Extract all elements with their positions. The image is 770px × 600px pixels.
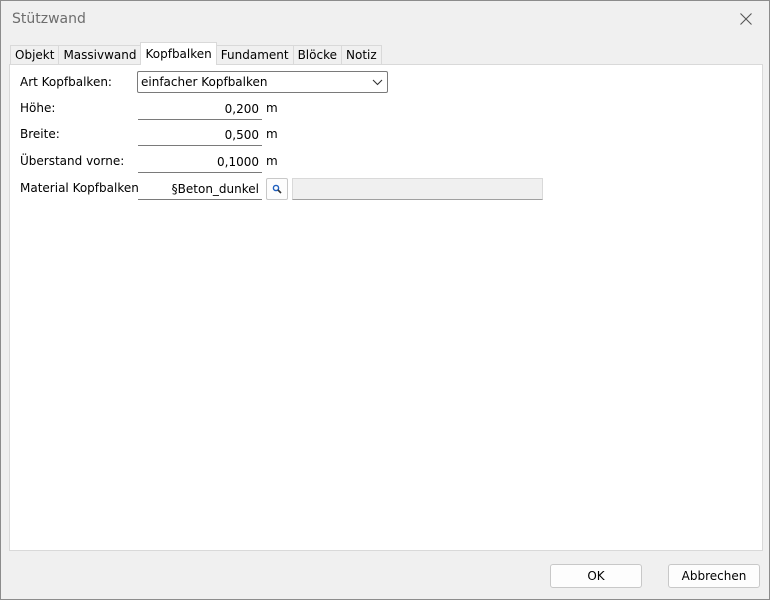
breite-unit: m bbox=[266, 127, 278, 141]
ueberstand-vorne-label: Überstand vorne: bbox=[20, 154, 125, 168]
hoehe-unit: m bbox=[266, 101, 278, 115]
ueberstand-vorne-unit: m bbox=[266, 154, 278, 168]
breite-input[interactable] bbox=[138, 124, 262, 146]
breite-label: Breite: bbox=[20, 127, 60, 141]
dialog-window: Stützwand Objekt Massivwand Kopfbalken F… bbox=[0, 0, 770, 600]
window-title: Stützwand bbox=[12, 11, 86, 27]
tab-bloecke[interactable]: Blöcke bbox=[292, 45, 342, 65]
kopfbalken-panel: Art Kopfbalken: einfacher Kopfbalken Höh… bbox=[9, 64, 763, 551]
art-kopfbalken-select[interactable]: einfacher Kopfbalken bbox=[137, 71, 388, 93]
close-button[interactable] bbox=[723, 1, 769, 37]
close-icon bbox=[740, 13, 752, 25]
ueberstand-vorne-input[interactable] bbox=[138, 151, 262, 173]
art-kopfbalken-value: einfacher Kopfbalken bbox=[141, 75, 268, 89]
material-search-button[interactable] bbox=[266, 178, 288, 200]
chevron-down-icon bbox=[372, 79, 383, 86]
search-icon bbox=[272, 184, 282, 194]
material-kopfbalken-label: Material Kopfbalken bbox=[20, 181, 139, 195]
cancel-button[interactable]: Abbrechen bbox=[668, 564, 760, 588]
title-bar: Stützwand bbox=[1, 1, 769, 37]
tab-massivwand[interactable]: Massivwand bbox=[58, 45, 142, 65]
tab-fundament[interactable]: Fundament bbox=[215, 45, 294, 65]
ok-button[interactable]: OK bbox=[550, 564, 642, 588]
tab-objekt[interactable]: Objekt bbox=[10, 45, 60, 65]
tab-kopfbalken[interactable]: Kopfbalken bbox=[140, 42, 217, 65]
hoehe-label: Höhe: bbox=[20, 101, 56, 115]
material-kopfbalken-input[interactable] bbox=[138, 178, 262, 200]
tab-notiz[interactable]: Notiz bbox=[341, 45, 382, 65]
hoehe-input[interactable] bbox=[138, 98, 262, 120]
material-preview-field bbox=[292, 178, 543, 200]
art-kopfbalken-label: Art Kopfbalken: bbox=[20, 75, 112, 89]
tab-strip: Objekt Massivwand Kopfbalken Fundament B… bbox=[10, 42, 382, 65]
